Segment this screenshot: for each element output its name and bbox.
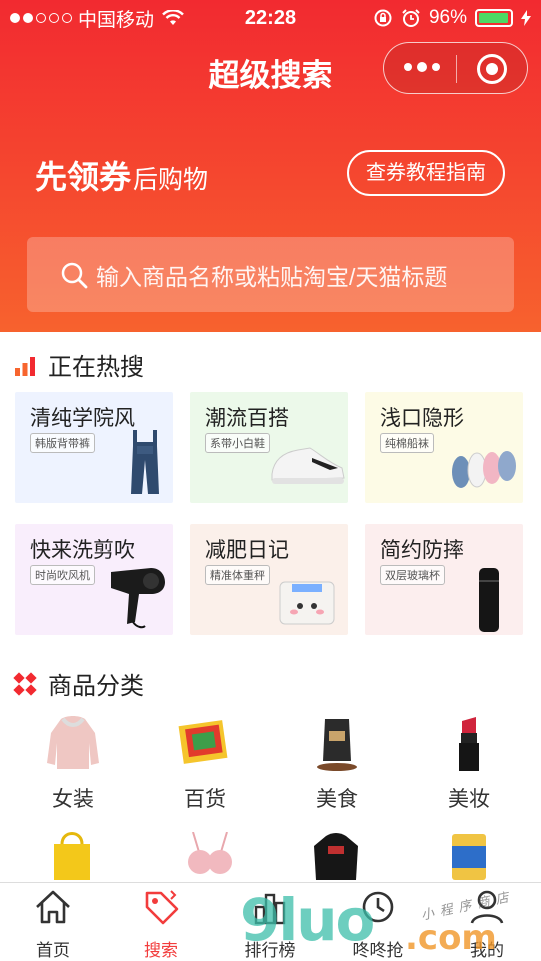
battery-percent: 96% xyxy=(428,7,467,28)
close-miniprogram-icon[interactable] xyxy=(477,54,507,84)
formula-can-icon xyxy=(452,834,486,880)
trending-bars-icon xyxy=(15,356,35,376)
hot-card-bottle[interactable]: 简约防摔 双层玻璃杯 xyxy=(365,524,523,635)
hot-search-title: 正在热搜 xyxy=(48,354,144,381)
scale-icon xyxy=(279,581,335,625)
category-label: 女装 xyxy=(52,788,94,811)
category-label: 百货 xyxy=(184,788,226,811)
lipstick-icon xyxy=(459,717,479,771)
category-label: 美妆 xyxy=(448,788,490,811)
overalls-icon xyxy=(131,430,159,494)
hot-card-title: 减肥日记 xyxy=(205,539,289,562)
hot-card-title: 潮流百搭 xyxy=(205,407,289,430)
category-item-food[interactable]: 美食 xyxy=(287,713,387,813)
category-label: 美食 xyxy=(316,788,358,811)
charging-icon xyxy=(521,10,531,26)
slogan-small: 后购物 xyxy=(133,166,209,194)
hot-card-hairdryer[interactable]: 快来洗剪吹 时尚吹风机 xyxy=(15,524,173,635)
category-item-beauty[interactable]: 美妆 xyxy=(419,713,519,813)
hot-card-title: 清纯学院风 xyxy=(30,407,135,430)
watermark-logo: 9luo xyxy=(240,886,375,954)
hot-card-tag: 纯棉船袜 xyxy=(380,433,434,453)
tab-label: 搜索 xyxy=(144,941,178,960)
hot-card-tag: 韩版背带裤 xyxy=(30,433,95,453)
bottle-icon xyxy=(479,568,499,632)
slogan-big: 先领券 xyxy=(35,159,132,195)
clock-time: 22:28 xyxy=(244,6,297,29)
category-grid-icon xyxy=(13,671,37,696)
hot-card-sneakers[interactable]: 潮流百搭 系带小白鞋 xyxy=(190,392,348,503)
hot-search-heading: 正在热搜 xyxy=(12,347,144,382)
category-item-women[interactable]: 女装 xyxy=(23,713,123,813)
coffee-bag-icon xyxy=(317,719,357,771)
alarm-icon xyxy=(402,9,420,27)
mats-icon xyxy=(178,720,228,764)
status-bar: 中国移动 22:28 96% xyxy=(10,6,531,31)
hot-card-title: 简约防摔 xyxy=(380,539,464,562)
wifi-icon xyxy=(162,10,184,25)
category-title: 商品分类 xyxy=(48,673,144,700)
miniprogram-capsule xyxy=(383,42,528,94)
battery-icon xyxy=(475,9,513,27)
hot-card-tag: 时尚吹风机 xyxy=(30,565,95,585)
hairdryer-icon xyxy=(111,568,165,629)
tab-search[interactable]: 搜索 xyxy=(111,887,211,961)
tote-bag-icon xyxy=(54,832,90,880)
hot-card-tag: 双层玻璃杯 xyxy=(380,565,445,585)
search-placeholder: 输入商品名称或粘贴淘宝/天猫标题 xyxy=(96,263,448,290)
capsule-divider xyxy=(456,55,457,83)
hot-card-tag: 精准体重秤 xyxy=(205,565,270,585)
bra-icon xyxy=(188,832,232,874)
hoodie-icon xyxy=(314,833,358,880)
search-icon xyxy=(61,262,88,288)
hot-card-scale[interactable]: 减肥日记 精准体重秤 xyxy=(190,524,348,635)
home-icon xyxy=(36,890,70,924)
signal-icon xyxy=(10,13,72,23)
category-item-goods[interactable]: 百货 xyxy=(155,713,255,813)
coupon-guide-button[interactable]: 查券教程指南 xyxy=(347,150,505,196)
hot-card-title: 浅口隐形 xyxy=(380,407,464,430)
carrier-name: 中国移动 xyxy=(78,9,155,31)
tab-home[interactable]: 首页 xyxy=(3,887,103,961)
hot-card-title: 快来洗剪吹 xyxy=(30,539,135,562)
hot-card-socks[interactable]: 浅口隐形 纯棉船袜 xyxy=(365,392,523,503)
slogan: 先领券后购物 xyxy=(35,152,208,198)
coat-icon xyxy=(47,716,99,769)
watermark-suffix: .com xyxy=(405,918,497,958)
sneaker-icon xyxy=(271,447,345,484)
hero-header: 中国移动 22:28 96% 超级搜索 先领券后购物 查券教程指南 输入商品名称… xyxy=(0,0,541,332)
category-heading: 商品分类 xyxy=(12,666,144,701)
hot-card-overalls[interactable]: 清纯学院风 韩版背带裤 xyxy=(15,392,173,503)
hot-card-tag: 系带小白鞋 xyxy=(205,433,270,453)
more-icon[interactable] xyxy=(404,62,440,72)
search-input[interactable]: 输入商品名称或粘贴淘宝/天猫标题 xyxy=(27,237,514,312)
tag-icon xyxy=(145,890,179,925)
socks-icon xyxy=(452,451,516,488)
tab-label: 首页 xyxy=(36,941,70,960)
rotation-lock-icon xyxy=(374,9,392,27)
